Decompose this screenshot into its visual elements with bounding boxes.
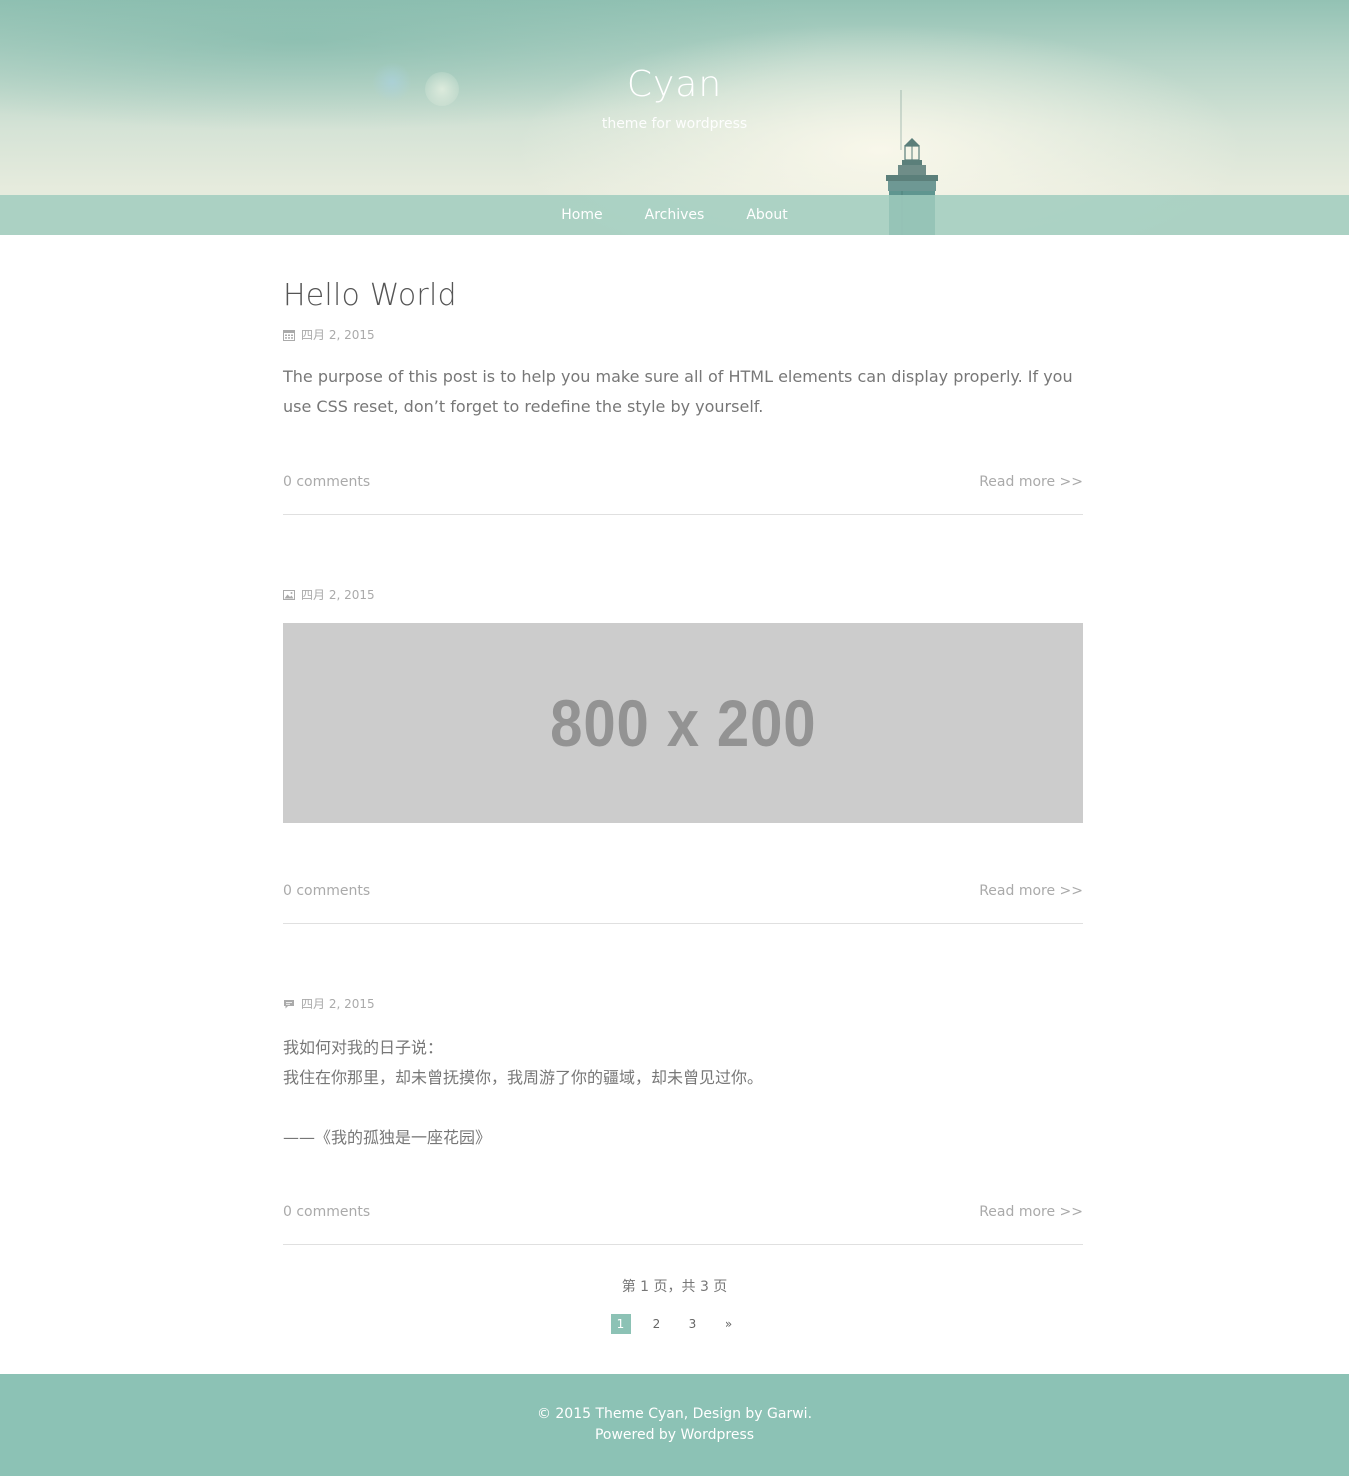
page-3-button[interactable]: 3: [683, 1314, 703, 1334]
post-footer: 0 comments Read more >>: [283, 1204, 1083, 1220]
next-page-button[interactable]: »: [719, 1314, 739, 1334]
nav-item-archives[interactable]: Archives: [624, 195, 726, 235]
post-list: Hello World 四月 2, 2015 The purpose of th…: [283, 235, 1083, 1245]
quote-line: 我如何对我的日子说：: [283, 1038, 444, 1057]
nav-item-home[interactable]: Home: [540, 195, 623, 235]
footer-copyright: © 2015 Theme Cyan, Design by Garwi.: [536, 1406, 813, 1422]
site-description: theme for wordpress: [601, 116, 748, 132]
site-title[interactable]: Cyan: [0, 64, 1349, 105]
post-card: 四月 2, 2015 我如何对我的日子说： 我住在你那里，却未曾抚摸你，我周游了…: [283, 235, 1083, 1245]
quote-line: ——《我的孤独是一座花园》: [283, 1128, 492, 1147]
chat-bubble-icon: [284, 999, 294, 1008]
footer-powered-by: Powered by Wordpress: [594, 1427, 755, 1443]
page-1-button[interactable]: 1: [610, 1314, 631, 1334]
nav-item-about[interactable]: About: [725, 195, 808, 235]
site-footer: © 2015 Theme Cyan, Design by Garwi. Powe…: [0, 1374, 1349, 1476]
pagination-info: 第 1 页，共 3 页: [621, 1279, 728, 1295]
read-more-link[interactable]: Read more >>: [979, 1204, 1083, 1220]
quote-line: 我住在你那里，却未曾抚摸你，我周游了你的疆域，却未曾见过你。: [283, 1068, 764, 1087]
main-nav: Home Archives About: [0, 195, 1349, 235]
post-quote: 我如何对我的日子说： 我住在你那里，却未曾抚摸你，我周游了你的疆域，却未曾见过你…: [283, 1033, 763, 1153]
page-2-button[interactable]: 2: [647, 1314, 667, 1334]
post-meta: 四月 2, 2015: [283, 995, 375, 1012]
comments-link[interactable]: 0 comments: [283, 1204, 370, 1220]
pagination: 1 2 3 »: [0, 1314, 1349, 1334]
quote-line: [283, 1093, 763, 1123]
post-date: 四月 2, 2015: [301, 997, 375, 1011]
